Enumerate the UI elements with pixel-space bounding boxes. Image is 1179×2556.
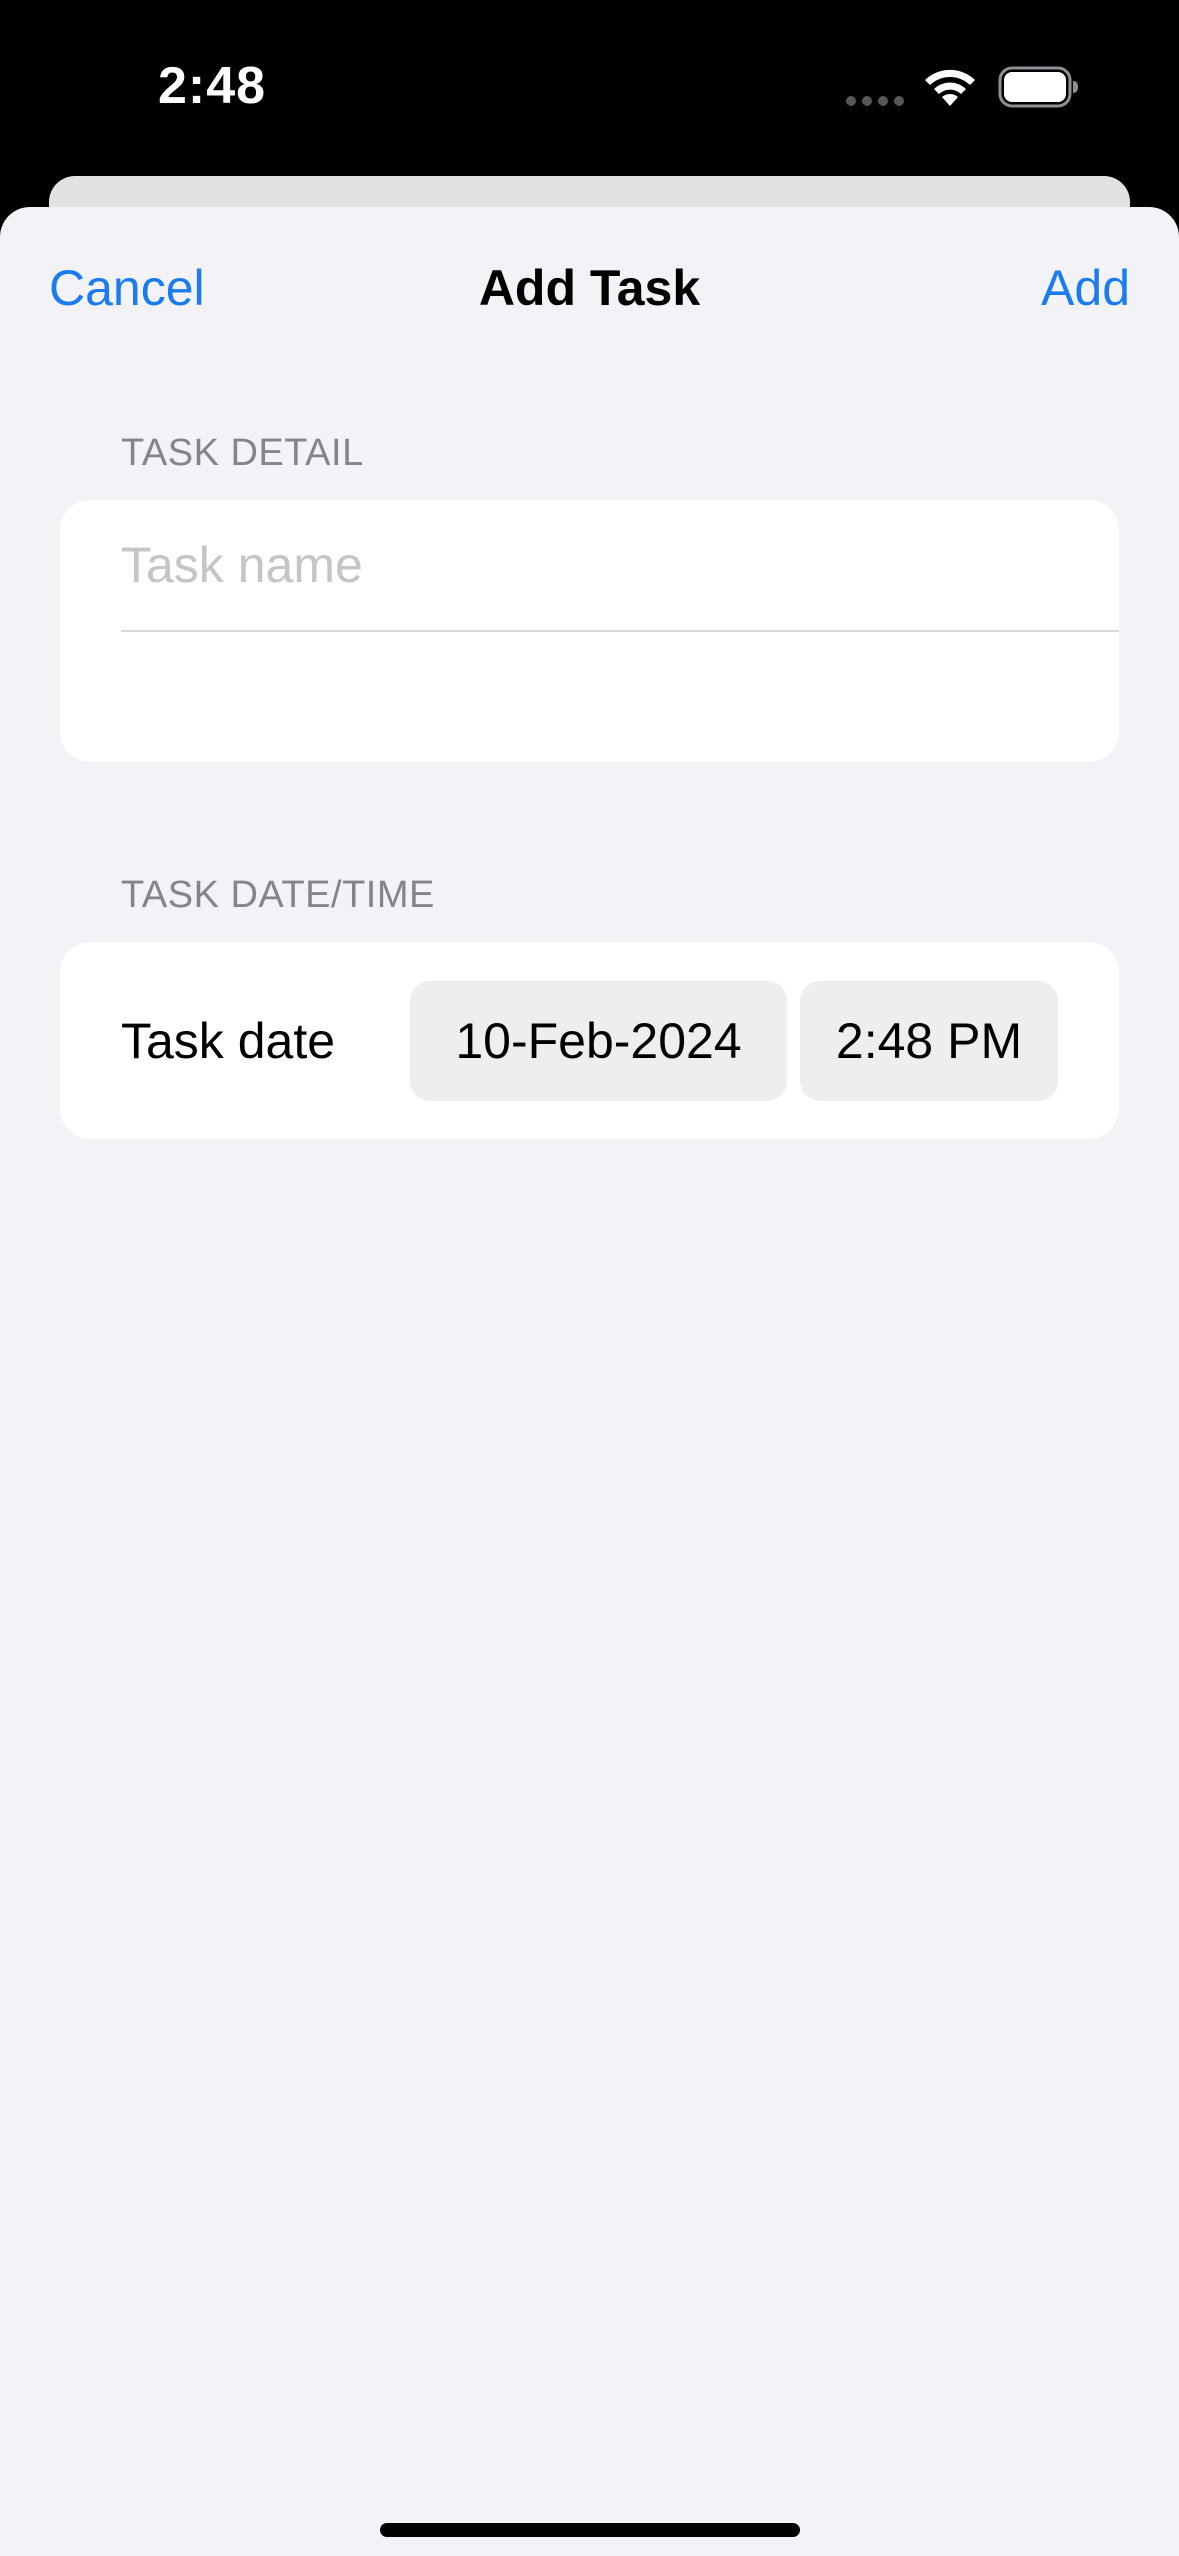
cellular-signal-icon <box>846 96 904 106</box>
status-bar: 2:48 <box>0 0 1179 176</box>
task-datetime-header: TASK DATE/TIME <box>121 874 435 916</box>
add-button[interactable]: Add <box>1041 259 1130 317</box>
task-detail-header: TASK DETAIL <box>121 432 364 474</box>
task-datetime-card: Task date 10-Feb-2024 2:48 PM <box>60 942 1119 1139</box>
battery-icon <box>998 66 1078 108</box>
wifi-icon <box>925 69 975 106</box>
task-name-input[interactable] <box>121 530 1101 600</box>
date-picker-button[interactable]: 10-Feb-2024 <box>410 981 787 1101</box>
row-divider <box>121 630 1119 632</box>
page-title: Add Task <box>478 260 701 316</box>
home-indicator <box>380 2523 800 2537</box>
time-picker-button[interactable]: 2:48 PM <box>800 981 1058 1101</box>
status-time: 2:48 <box>158 57 267 115</box>
task-detail-card <box>60 500 1119 762</box>
task-date-label: Task date <box>121 1013 336 1069</box>
add-task-sheet: Cancel Add Task Add TASK DETAIL TASK DAT… <box>0 207 1179 2556</box>
